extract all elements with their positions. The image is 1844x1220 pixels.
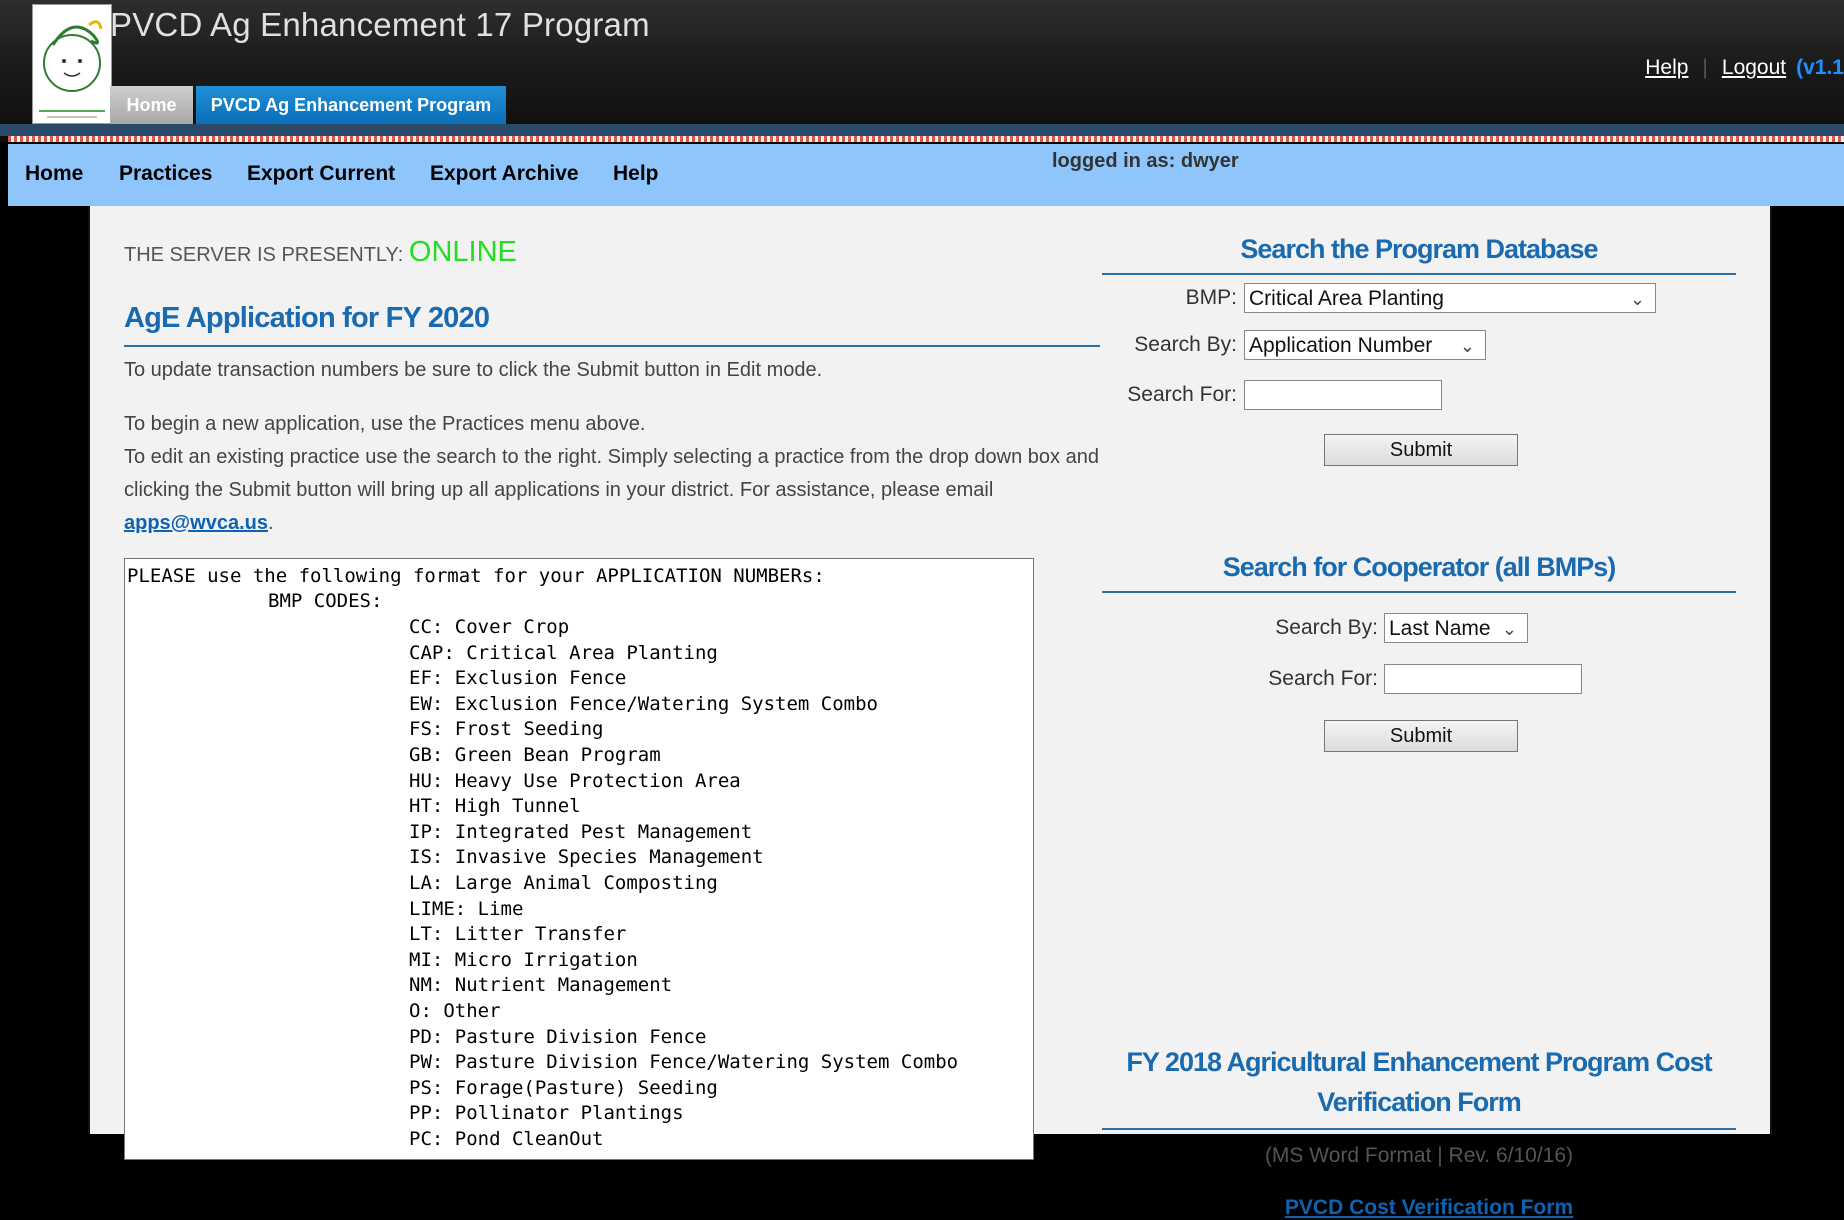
app-title: PVCD Ag Enhancement 17 Program [110,6,650,43]
bmp-code-list: CC: Cover Crop CAP: Critical Area Planti… [409,615,958,1152]
codes-subheading: BMP CODES: [268,590,383,612]
nav-item-export-archive[interactable]: Export Archive [430,162,579,186]
instructions-line-1: To begin a new application, use the Prac… [124,413,646,435]
logout-link[interactable]: Logout [1722,56,1786,79]
list-item: LT: Litter Transfer [409,923,627,946]
logged-in-label: logged in as: dwyer [1052,150,1239,172]
search-for-label: Search For: [1127,383,1237,406]
nav-item-export-current[interactable]: Export Current [247,162,395,186]
search-coop-title: Search for Cooperator (all BMPs) [1102,552,1736,593]
bmp-select-value: Critical Area Planting [1249,287,1444,310]
list-item: LA: Large Animal Composting [409,871,718,894]
tab-home[interactable]: Home [110,86,193,124]
chevron-down-icon: ⌄ [1629,289,1645,309]
nav-item-help[interactable]: Help [613,162,659,186]
header-links: Help | Logout (v1.1 [1645,56,1844,80]
server-status-value: ONLINE [408,236,517,268]
main-content: THE SERVER IS PRESENTLY: ONLINE AgE Appl… [88,206,1772,1219]
cost-form-meta: (MS Word Format | Rev. 6/10/16) [1264,1144,1574,1167]
coop-search-by-select[interactable]: Last Name ⌄ [1384,613,1528,643]
list-item: EF: Exclusion Fence [409,667,627,690]
cost-verification-link[interactable]: PVCD Cost Verification Form [1102,1196,1756,1220]
list-item: IS: Invasive Species Management [409,846,764,869]
header-stripe [8,136,1844,142]
list-item: MI: Micro Irrigation [409,948,638,971]
search-by-label: Search By: [1134,333,1237,356]
list-item: EW: Exclusion Fence/Watering System Comb… [409,692,878,715]
new-application-instructions: To begin a new application, use the Prac… [124,408,1100,540]
codes-intro: PLEASE use the following format for your… [127,565,825,587]
logo [32,4,112,124]
coop-search-by-label: Search By: [1275,616,1378,639]
search-for-input[interactable] [1244,380,1442,410]
cost-form-title-line-1: FY 2018 Agricultural Enhancement Program… [1126,1047,1712,1077]
codes-textarea[interactable]: PLEASE use the following format for your… [124,558,1034,1160]
list-item: IP: Integrated Pest Management [409,820,753,843]
main-nav: Home Practices Export Current Export Arc… [8,144,1844,206]
list-item: HU: Heavy Use Protection Area [409,769,741,792]
search-by-select-value: Application Number [1249,334,1433,357]
list-item: NM: Nutrient Management [409,974,673,997]
server-status-label: THE SERVER IS PRESENTLY: [124,244,404,266]
nav-item-home[interactable]: Home [25,162,83,186]
header-bar [0,124,1844,136]
instructions-line-2: To edit an existing practice use the sea… [124,446,1099,501]
list-item: PW: Pasture Division Fence/Watering Syst… [409,1051,959,1074]
list-item: PC: Pond CleanOut [409,1127,604,1150]
search-by-select[interactable]: Application Number ⌄ [1244,330,1486,360]
logo-emblem-icon [39,20,105,118]
coop-search-for-label: Search For: [1268,667,1378,690]
divider: | [1702,56,1708,79]
search-coop-submit-button[interactable]: Submit [1324,720,1518,752]
server-status: THE SERVER IS PRESENTLY: ONLINE [124,236,517,269]
coop-search-by-select-value: Last Name [1389,617,1491,640]
app-header: PVCD Ag Enhancement 17 Program Home PVCD… [0,0,1844,142]
instructions-end: . [268,512,274,534]
bmp-label: BMP: [1185,286,1237,309]
bmp-select[interactable]: Critical Area Planting ⌄ [1244,283,1656,313]
list-item: FS: Frost Seeding [409,718,604,741]
search-db-title: Search the Program Database [1102,234,1736,275]
cost-form-title-line-2: Verification Form [1317,1087,1522,1117]
chevron-down-icon: ⌄ [1459,336,1475,356]
page-title: AgE Application for FY 2020 [124,302,1100,347]
nav-item-practices[interactable]: Practices [119,162,212,186]
list-item: GB: Green Bean Program [409,743,661,766]
help-link[interactable]: Help [1645,56,1688,79]
list-item: CAP: Critical Area Planting [409,641,718,664]
tab-program[interactable]: PVCD Ag Enhancement Program [196,86,506,124]
cost-form-title: FY 2018 Agricultural Enhancement Program… [1102,1042,1736,1130]
version-label: (v1.1 [1796,56,1844,79]
list-item: HT: High Tunnel [409,795,581,818]
list-item: CC: Cover Crop [409,616,570,638]
update-instructions: To update transaction numbers be sure to… [124,359,823,381]
coop-search-for-input[interactable] [1384,664,1582,694]
email-link[interactable]: apps@wvca.us [124,512,268,534]
list-item: PD: Pasture Division Fence [409,1025,707,1048]
list-item: PP: Pollinator Plantings [409,1102,684,1125]
list-item: LIME: Lime [409,897,524,920]
chevron-down-icon: ⌄ [1501,619,1517,639]
search-db-submit-button[interactable]: Submit [1324,434,1518,466]
list-item: O: Other [409,999,501,1022]
list-item: PS: Forage(Pasture) Seeding [409,1076,718,1099]
